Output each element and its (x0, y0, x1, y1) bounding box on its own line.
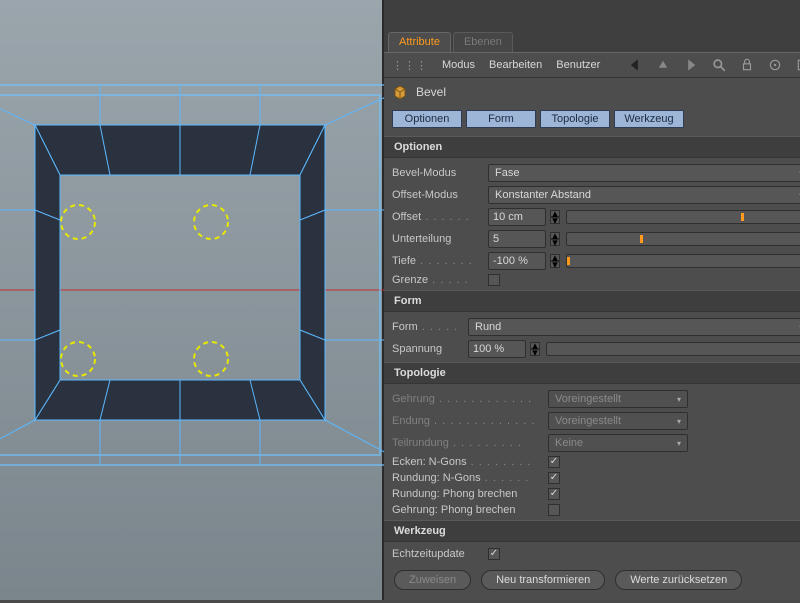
tab-attribute[interactable]: Attribute (388, 32, 451, 52)
button-zuweisen[interactable]: Zuweisen (394, 570, 471, 590)
slider-offset[interactable] (566, 210, 800, 224)
subtab-topologie[interactable]: Topologie (540, 110, 610, 128)
lock-icon[interactable] (740, 58, 754, 72)
section-optionen: Optionen (384, 136, 800, 158)
menu-modus[interactable]: Modus (442, 59, 475, 71)
nav-fwd-icon[interactable] (684, 58, 698, 72)
section-topologie: Topologie (384, 362, 800, 384)
panel-top-spacer (384, 0, 800, 32)
label-endung: Endung . . . . . . . . . . . . . (392, 415, 542, 427)
label-ecken-ngons: Ecken: N-Gons . . . . . . . . (392, 456, 542, 468)
label-rundung-ngons: Rundung: N-Gons . . . . . . (392, 472, 542, 484)
label-echtzeit: Echtzeitupdate (392, 548, 482, 560)
checkbox-grenze[interactable] (488, 274, 500, 286)
attribute-manager: Attribute Ebenen ⋮⋮⋮ Modus Bearbeiten Be… (384, 0, 800, 600)
select-offset-modus[interactable]: Konstanter Abstand▾ (488, 186, 800, 204)
spinner-offset[interactable]: ▴▾ (550, 210, 560, 224)
target-icon[interactable] (768, 58, 782, 72)
subtab-werkzeug[interactable]: Werkzeug (614, 110, 684, 128)
label-grenze: Grenze . . . . . (392, 274, 482, 286)
select-form[interactable]: Rund▾ (468, 318, 800, 336)
label-unterteilung: Unterteilung (392, 233, 482, 245)
field-tiefe[interactable]: -100 % (488, 252, 546, 270)
button-werte-zuruecksetzen[interactable]: Werte zurücksetzen (615, 570, 742, 590)
label-spannung: Spannung (392, 343, 462, 355)
select-bevel-modus[interactable]: Fase▾ (488, 164, 800, 182)
nav-up-icon[interactable] (656, 58, 670, 72)
spinner-tiefe[interactable]: ▴▾ (550, 254, 560, 268)
checkbox-rundung-ngons[interactable] (548, 472, 560, 484)
viewport-3d[interactable] (0, 0, 384, 600)
label-form: Form . . . . . (392, 321, 462, 333)
button-neu-transformieren[interactable]: Neu transformieren (481, 570, 605, 590)
panel-tabs: Attribute Ebenen (384, 32, 800, 52)
section-form: Form (384, 290, 800, 312)
select-endung: Voreingestellt▾ (548, 412, 688, 430)
field-unterteilung[interactable]: 5 (488, 230, 546, 248)
label-bevel-modus: Bevel-Modus (392, 167, 482, 179)
label-gehrung-phong: Gehrung: Phong brechen (392, 504, 542, 516)
checkbox-echtzeit[interactable] (488, 548, 500, 560)
new-window-icon[interactable] (796, 58, 800, 72)
subtab-form[interactable]: Form (466, 110, 536, 128)
checkbox-gehrung-phong[interactable] (548, 504, 560, 516)
section-werkzeug: Werkzeug (384, 520, 800, 542)
label-offset: Offset . . . . . . (392, 211, 482, 223)
select-gehrung: Voreingestellt▾ (548, 390, 688, 408)
tool-name: Bevel (416, 85, 446, 99)
slider-unterteilung[interactable] (566, 232, 800, 246)
tool-subtabs: Optionen Form Topologie Werkzeug (384, 106, 800, 136)
label-rundung-phong: Rundung: Phong brechen (392, 488, 542, 500)
tool-title-row: Bevel (384, 78, 800, 106)
spinner-spannung[interactable]: ▴▾ (530, 342, 540, 356)
field-spannung[interactable]: 100 % (468, 340, 526, 358)
label-tiefe: Tiefe . . . . . . . (392, 255, 482, 267)
grip-icon[interactable]: ⋮⋮⋮ (392, 59, 428, 72)
spinner-unterteilung[interactable]: ▴▾ (550, 232, 560, 246)
label-teilrundung: Teilrundung . . . . . . . . . (392, 437, 542, 449)
menu-benutzer[interactable]: Benutzer (556, 59, 600, 71)
subtab-optionen[interactable]: Optionen (392, 110, 462, 128)
bevel-tool-icon (392, 84, 408, 100)
checkbox-ecken-ngons[interactable] (548, 456, 560, 468)
slider-spannung[interactable] (546, 342, 800, 356)
tab-ebenen[interactable]: Ebenen (453, 32, 513, 52)
field-offset[interactable]: 10 cm (488, 208, 546, 226)
label-offset-modus: Offset-Modus (392, 189, 482, 201)
slider-tiefe[interactable] (566, 254, 800, 268)
attribute-menubar: ⋮⋮⋮ Modus Bearbeiten Benutzer (384, 52, 800, 78)
select-teilrundung: Keine▾ (548, 434, 688, 452)
nav-back-icon[interactable] (628, 58, 642, 72)
menu-bearbeiten[interactable]: Bearbeiten (489, 59, 542, 71)
checkbox-rundung-phong[interactable] (548, 488, 560, 500)
label-gehrung: Gehrung . . . . . . . . . . . . (392, 393, 542, 405)
search-icon[interactable] (712, 58, 726, 72)
